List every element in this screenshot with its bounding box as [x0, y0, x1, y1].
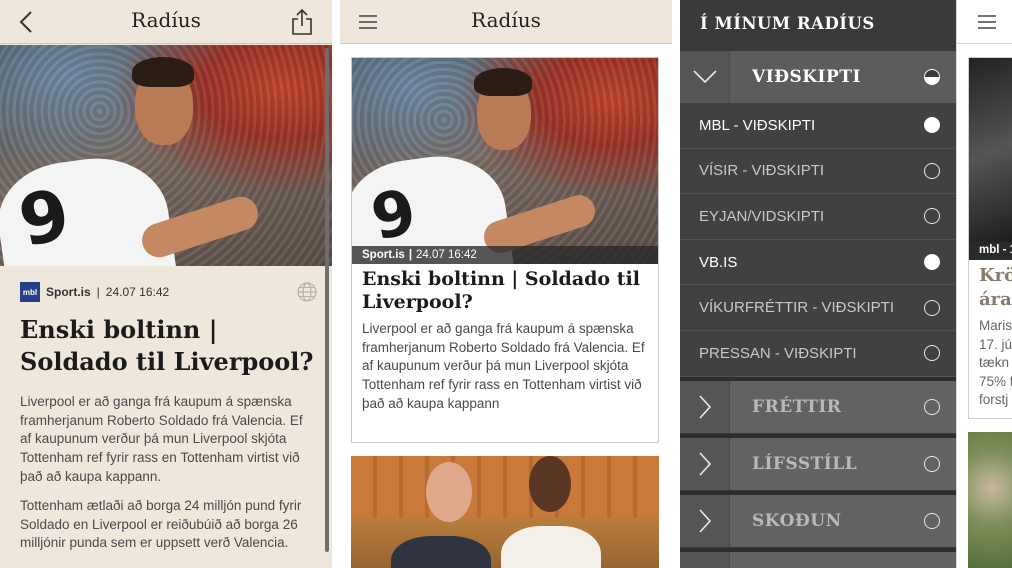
source-row[interactable]: VB.IS [680, 239, 956, 286]
card-headline: Enski boltinn | Soldado til Liverpool? [362, 268, 640, 313]
source-row[interactable]: MBL - VIÐSKIPTI [680, 103, 956, 149]
toggle-off-icon[interactable] [924, 456, 940, 472]
group-label: LÍFSSTÍLL [752, 454, 858, 474]
hamburger-menu-icon [978, 15, 996, 29]
source-row[interactable]: VÍSIR - VIÐSKIPTI [680, 148, 956, 195]
article-card[interactable] [351, 456, 659, 568]
navigation-bar: Radíus [340, 0, 672, 44]
card-summary: Liverpool er að ganga frá kaupum á spæns… [362, 321, 645, 411]
navigation-bar: Radíus [0, 0, 332, 44]
collapse-button[interactable] [680, 51, 730, 103]
article-paragraph-1: Liverpool er að ganga frá kaupum á spæns… [20, 394, 303, 484]
group-row-frettir[interactable]: FRÉTTIR [680, 377, 956, 433]
expand-button[interactable] [680, 381, 730, 433]
card-timestamp: 24.07 16:42 [416, 249, 477, 261]
partial-toggle-icon[interactable] [924, 69, 940, 85]
article-headline: Enski boltinn | Soldado til Liverpool? [20, 315, 314, 376]
navigation-bar [957, 0, 1012, 44]
toggle-off-icon[interactable] [924, 162, 940, 179]
toggle-on-icon[interactable] [924, 117, 940, 134]
news-feed-screen: Radíus 9 Sport.is | 24.07 16:42 Enski bo… [340, 0, 672, 568]
toggle-off-icon[interactable] [924, 399, 940, 415]
source-name: Sport.is [46, 285, 91, 299]
group-label: VIÐSKIPTI [752, 67, 861, 87]
article-card[interactable]: 9 Sport.is | 24.07 16:42 Enski boltinn |… [351, 57, 659, 443]
article-detail-screen: Radíus 9 mbl Sport.is | 24.07 16:42 Ensk… [0, 0, 332, 568]
menu-header: Í MÍNUM RADÍUS [680, 0, 956, 46]
card-photo [968, 432, 1012, 568]
photo-caption-bar: mbl - 1 [969, 242, 1012, 260]
card-photo [969, 58, 1012, 242]
toggle-on-icon[interactable] [924, 254, 940, 271]
nav-title: Radíus [131, 8, 201, 32]
toggle-off-icon[interactable] [924, 208, 940, 225]
card-separator: | [408, 249, 413, 261]
toggle-off-icon[interactable] [924, 345, 940, 362]
card-photo: 9 Sport.is | 24.07 16:42 [352, 58, 658, 264]
source-row[interactable]: PRESSAN - VIÐSKIPTI [680, 331, 956, 377]
group-row-vidskipti[interactable]: VIÐSKIPTI [680, 51, 956, 103]
chevron-right-icon [698, 395, 711, 419]
article-paragraph-2: Tottenham ætlaði að borga 24 milljón pun… [20, 498, 302, 551]
article-photo: 9 [0, 45, 332, 266]
toggle-off-icon[interactable] [924, 513, 940, 529]
share-button[interactable] [288, 8, 316, 36]
card-photo [351, 456, 659, 568]
source-label: EYJAN/VIDSKIPTI [699, 207, 825, 225]
globe-icon[interactable] [297, 282, 317, 302]
group-row-partial[interactable] [680, 548, 956, 568]
photo-caption-bar: Sport.is | 24.07 16:42 [352, 246, 658, 264]
expand-button[interactable] [680, 438, 730, 490]
nav-title: Radíus [471, 8, 541, 32]
source-row: mbl Sport.is | 24.07 16:42 [20, 282, 169, 302]
source-row[interactable]: VÍKURFRÉTTIR - VIÐSKIPTI [680, 285, 956, 331]
source-label: VB.IS [699, 253, 738, 271]
card-headline: Krö ára [979, 265, 1012, 310]
group-label: FRÉTTIR [752, 397, 842, 417]
scrollbar[interactable] [325, 48, 329, 552]
group-row-skodun[interactable]: SKOÐUN [680, 491, 956, 547]
card-summary: Maris 17. jú tækn 75% f forstj [979, 318, 1012, 407]
group-row-lifsstill[interactable]: LÍFSSTÍLL [680, 434, 956, 490]
source-label: VÍKURFRÉTTIR - VIÐSKIPTI [699, 299, 895, 317]
article-card[interactable] [968, 432, 1012, 568]
chevron-right-icon [698, 509, 711, 533]
card-source: Sport.is [362, 249, 405, 261]
source-separator: | [96, 285, 100, 299]
chevron-down-icon [692, 70, 717, 84]
source-label: MBL - VIÐSKIPTI [699, 116, 816, 134]
toggle-off-icon[interactable] [924, 299, 940, 316]
expand-button[interactable] [680, 495, 730, 547]
source-row[interactable]: EYJAN/VIDSKIPTI [680, 194, 956, 240]
timestamp: 24.07 16:42 [105, 285, 170, 299]
chevron-right-icon [698, 452, 711, 476]
article-card[interactable]: mbl - 1 Krö ára Maris 17. jú tækn 75% f … [968, 57, 1012, 419]
mbl-logo: mbl [20, 282, 40, 302]
feed-screen-partial: mbl - 1 Krö ára Maris 17. jú tækn 75% f … [956, 0, 1012, 568]
group-label: SKOÐUN [752, 511, 842, 531]
source-menu-screen: Í MÍNUM RADÍUS VIÐSKIPTI MBL - VIÐSKIPTI… [680, 0, 956, 568]
source-label: PRESSAN - VIÐSKIPTI [699, 344, 857, 362]
menu-button[interactable] [973, 8, 1001, 36]
source-label: VÍSIR - VIÐSKIPTI [699, 162, 825, 180]
share-icon [292, 8, 312, 35]
